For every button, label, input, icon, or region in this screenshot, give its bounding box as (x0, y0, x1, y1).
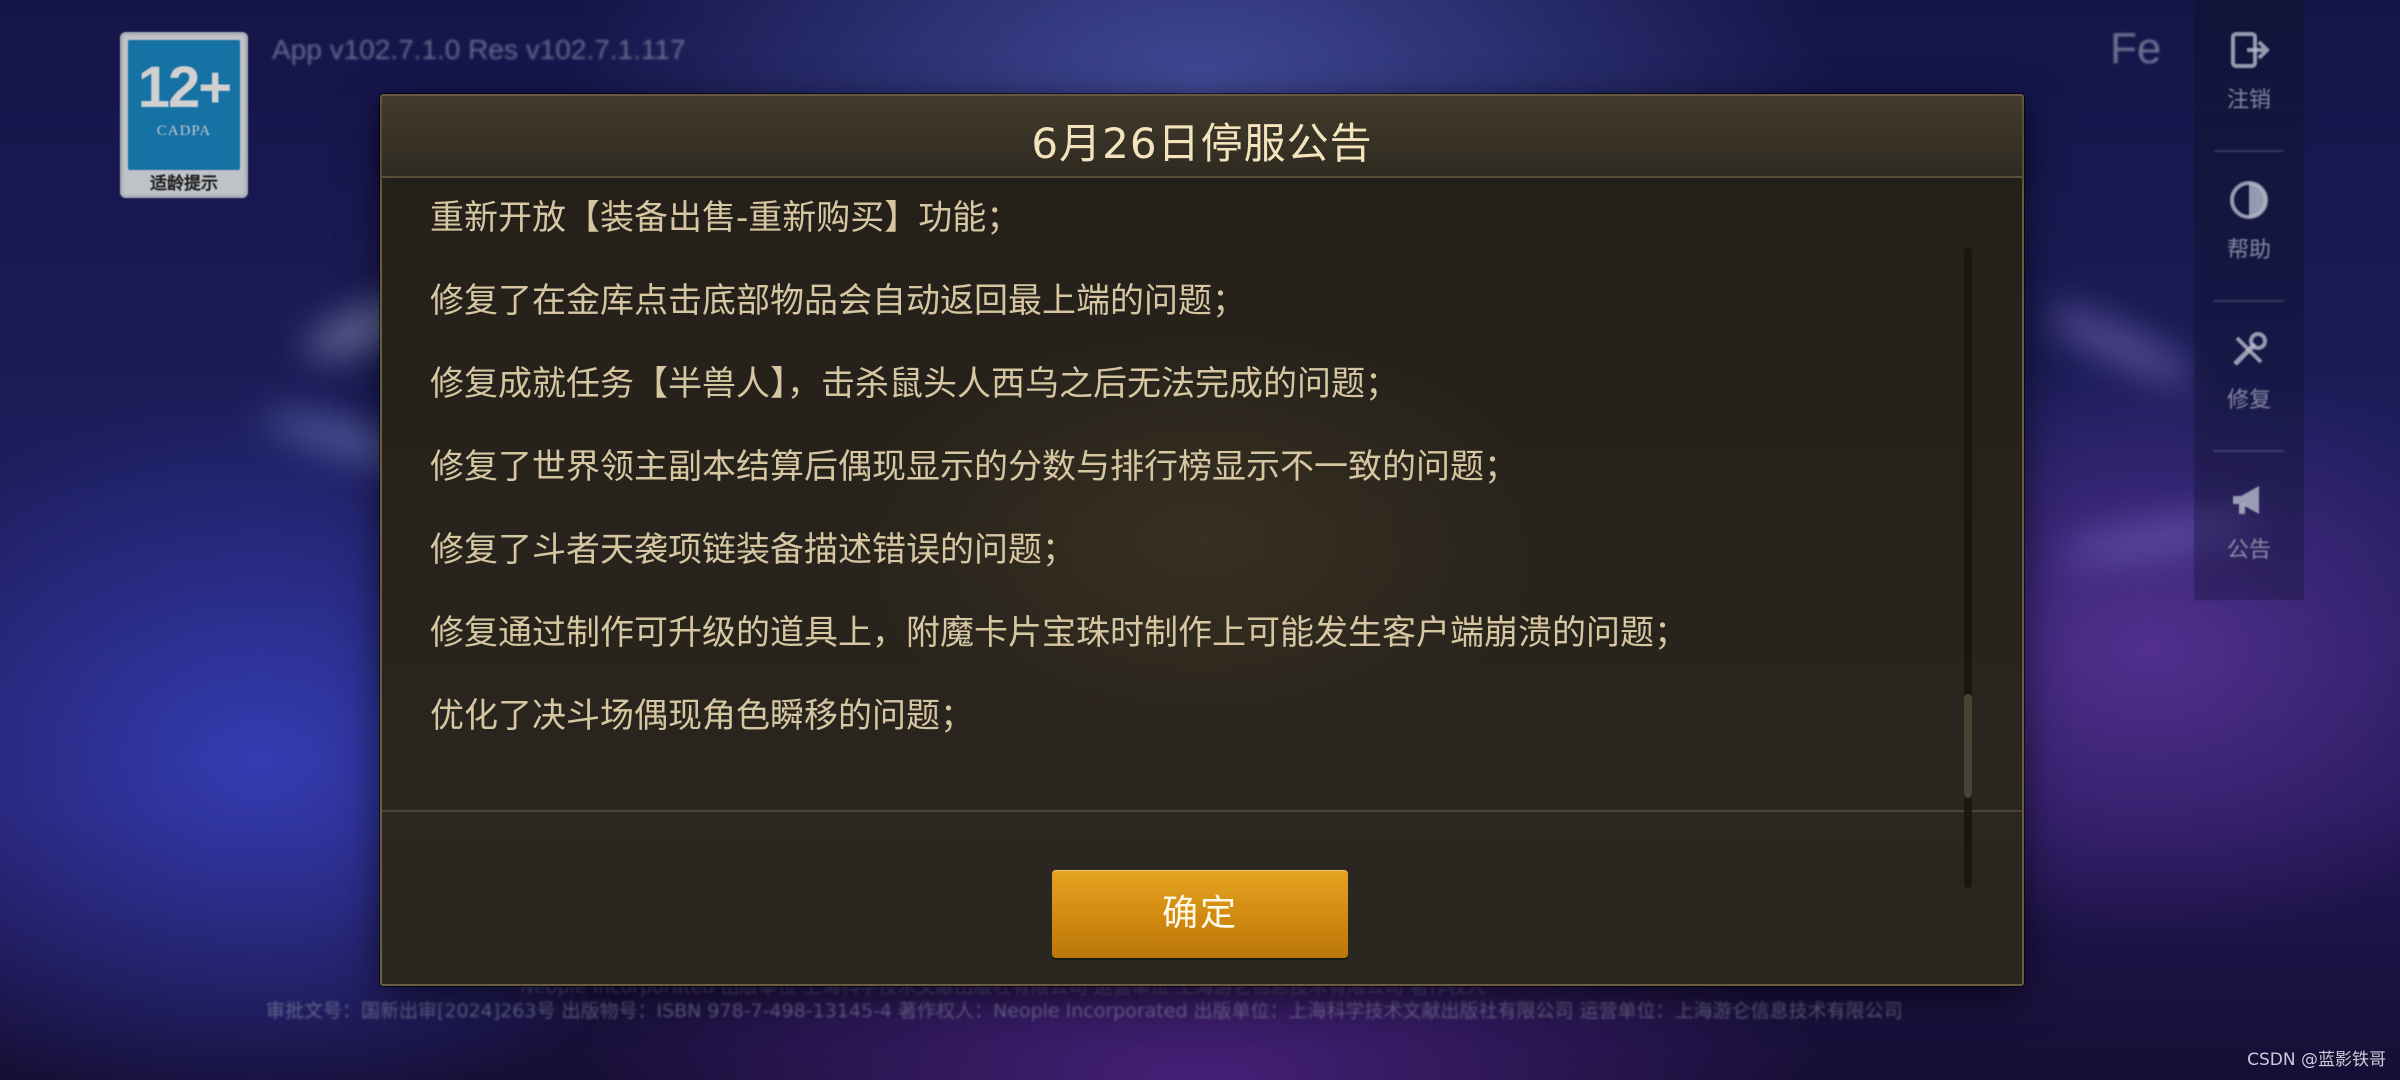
notice-item: 优化了决斗场偶现角色瞬移的问题； (430, 696, 974, 736)
notice-list: 重新开放【装备出售-重新购买】功能； 修复了在金库点击底部物品会自动返回最上端的… (430, 200, 1942, 781)
watermark: CSDN @蓝影铁哥 (2247, 1050, 2386, 1070)
notice-item: 修复了世界领主副本结算后偶现显示的分数与排行榜显示不一致的问题； (430, 447, 1518, 487)
dialog-title: 6月26日停服公告 (1031, 119, 1373, 168)
scrollbar-track[interactable] (1964, 248, 1972, 888)
notice-item: 修复成就任务【半兽人】，击杀鼠头人西乌之后无法完成的问题； (430, 364, 1399, 404)
notice-item: 修复了在金库点击底部物品会自动返回最上端的问题； (430, 281, 1246, 321)
confirm-button[interactable]: 确定 (1052, 870, 1348, 958)
dialog-header: 6月26日停服公告 (382, 96, 2022, 178)
notice-item: 修复了斗者天袭项链装备描述错误的问题； (430, 530, 1076, 570)
notice-item: 重新开放【装备出售-重新购买】功能； (430, 198, 1021, 238)
game-login-screen: 12+ CADPA 适龄提示 App v102.7.1.0 Res v102.7… (0, 0, 2400, 1080)
notice-item: 修复通过制作可升级的道具上，附魔卡片宝珠时制作上可能发生客户端崩溃的问题； (430, 613, 1688, 653)
maintenance-notice-dialog: 6月26日停服公告 重新开放【装备出售-重新购买】功能； 修复了在金库点击底部物… (380, 94, 2024, 986)
scrollbar-thumb[interactable] (1964, 694, 1972, 798)
notice-scroll-area[interactable]: 重新开放【装备出售-重新购买】功能； 修复了在金库点击底部物品会自动返回最上端的… (382, 178, 2022, 812)
